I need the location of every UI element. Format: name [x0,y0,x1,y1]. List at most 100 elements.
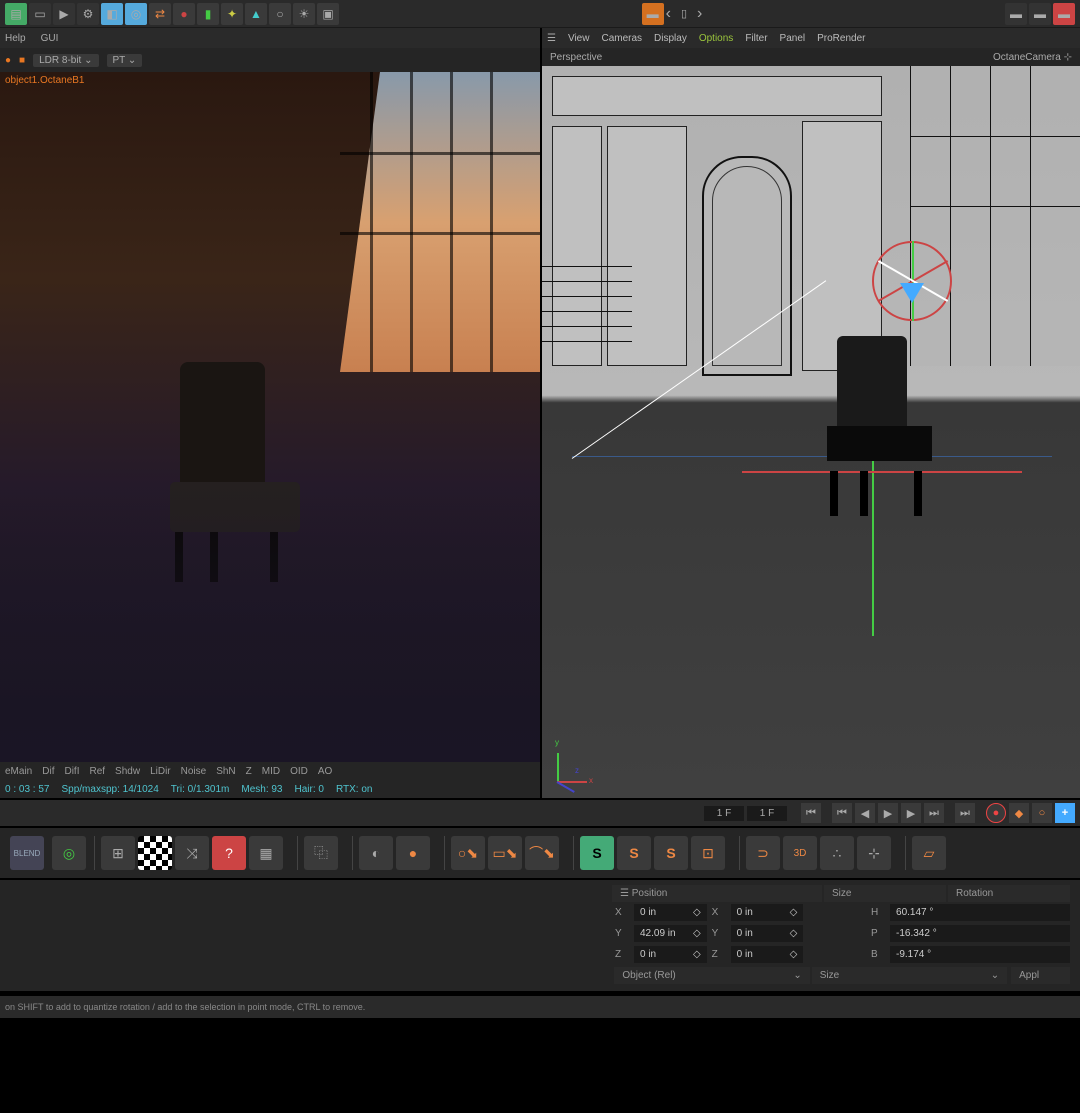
next-frame-icon[interactable]: ▶ [901,803,921,823]
goto-end-icon[interactable]: ⏭ [955,803,975,823]
select-lasso-icon[interactable]: ⌒⬊ [525,836,559,870]
camera-icon[interactable]: ▣ [317,3,339,25]
render-view[interactable]: object1.OctaneB1 [0,72,540,762]
pt-dropdown[interactable]: PT ⌄ [107,54,143,67]
size-y-field[interactable]: 0 in◇ [731,925,804,942]
object-mode-dropdown[interactable]: Object (Rel)⌄ [614,967,809,984]
record-icon[interactable]: ● [986,803,1006,823]
apply-button[interactable]: Appl [1011,967,1070,984]
checker-icon[interactable] [138,836,172,870]
menu-options[interactable]: Options [699,33,733,44]
snap-s3-icon[interactable]: S [654,836,688,870]
help-tool-icon[interactable]: ? [212,836,246,870]
snap-opt2-icon[interactable]: ⊹ [857,836,891,870]
rotation-gizmo[interactable] [872,241,952,321]
tri-icon[interactable]: ▲ [245,3,267,25]
rot-h-field[interactable]: 60.147 ° [890,904,1070,921]
doc-icon[interactable]: ▯ [681,7,687,20]
keyframe-icon[interactable]: ◆ [1009,803,1029,823]
add-key-icon[interactable]: + [1055,803,1075,823]
back-arrow-icon[interactable]: ‹ [666,5,671,23]
snap-s4-icon[interactable]: ⊡ [691,836,725,870]
autokey-icon[interactable]: ○ [1032,803,1052,823]
camera-label: OctaneCamera ⊹ [993,52,1072,63]
menu-filter[interactable]: Filter [745,33,767,44]
pos-y-field[interactable]: 42.09 in◇ [634,925,707,942]
aov-z[interactable]: Z [246,766,252,777]
ball-icon[interactable]: ● [173,3,195,25]
snap-s1-icon[interactable]: S [580,836,614,870]
prev-frame-icon[interactable]: ◀ [855,803,875,823]
stat-time: 0 : 03 : 57 [5,784,49,795]
goto-start-icon[interactable]: ⏮ [801,803,821,823]
frame-start[interactable]: 1 F [704,806,744,821]
prev-key-icon[interactable]: ⏮ [832,803,852,823]
workplane-icon[interactable]: ▱ [912,836,946,870]
frame-end[interactable]: 1 F [747,806,787,821]
aov-ref[interactable]: Ref [89,766,105,777]
header-position: ☰ Position [612,885,822,902]
select-circle-icon[interactable]: ○⬊ [451,836,485,870]
size-mode-dropdown[interactable]: Size⌄ [812,967,1007,984]
grid-tool-icon[interactable]: ▦ [249,836,283,870]
aov-shdw[interactable]: Shdw [115,766,140,777]
layout2-icon[interactable]: ▬ [1029,3,1051,25]
circle-icon[interactable]: ○ [269,3,291,25]
layers-icon[interactable]: ▤ [5,3,27,25]
layout1-icon[interactable]: ▬ [1005,3,1027,25]
aov-lidir[interactable]: LiDir [150,766,171,777]
next-key-icon[interactable]: ⏭ [924,803,944,823]
rot-b-field[interactable]: -9.174 ° [890,946,1070,963]
aov-mid[interactable]: MID [262,766,280,777]
aov-noise[interactable]: Noise [181,766,207,777]
menu-cameras[interactable]: Cameras [601,33,642,44]
gear-icon[interactable]: ⚙ [77,3,99,25]
menu-panel[interactable]: Panel [780,33,806,44]
ring-tool-icon[interactable]: ◎ [52,836,86,870]
3d-snap-icon[interactable]: 3D [783,836,817,870]
pos-x-field[interactable]: 0 in◇ [634,904,707,921]
aov-ao[interactable]: AO [318,766,332,777]
blend-tool-icon[interactable]: BLEND [10,836,44,870]
aov-main[interactable]: eMain [5,766,32,777]
top-toolbar: ▤ ▭ ▶ ⚙ ◧ ◎ ⇄ ● ▮ ✦ ▲ ○ ☀ ▣ ▬ ‹ ▯ › ▬ ▬ … [0,0,1080,28]
gui-menu[interactable]: GUI [41,33,59,44]
play-icon[interactable]: ▶ [53,3,75,25]
magnet-icon[interactable]: ⊃ [746,836,780,870]
pos-z-field[interactable]: 0 in◇ [634,946,707,963]
aov-difi[interactable]: DifI [64,766,79,777]
layout3-icon[interactable]: ▬ [1053,3,1075,25]
size-x-field[interactable]: 0 in◇ [731,904,804,921]
tool-a-icon[interactable]: ◐ [359,836,393,870]
viewport[interactable]: y x z [542,66,1080,798]
snap-s2-icon[interactable]: S [617,836,651,870]
swap-icon[interactable]: ⇄ [149,3,171,25]
size-z-field[interactable]: 0 in◇ [731,946,804,963]
hierarchy-icon[interactable]: ⊞ [101,836,135,870]
cube-icon[interactable]: ◧ [101,3,123,25]
ldr-dropdown[interactable]: LDR 8-bit ⌄ [33,54,98,67]
menu-display[interactable]: Display [654,33,687,44]
play-icon[interactable]: ▶ [878,803,898,823]
forward-arrow-icon[interactable]: › [697,5,702,23]
ring-icon[interactable]: ◎ [125,3,147,25]
star-icon[interactable]: ✦ [221,3,243,25]
select-rect-icon[interactable]: ▭⬊ [488,836,522,870]
menu-prorender[interactable]: ProRender [817,33,865,44]
tool-b-icon[interactable]: ● [396,836,430,870]
hamburger-icon[interactable]: ☰ [547,33,556,44]
shuffle-icon[interactable]: ⤨ [175,836,209,870]
snap-opt1-icon[interactable]: ∴ [820,836,854,870]
light-icon[interactable]: ☀ [293,3,315,25]
help-menu[interactable]: Help [5,33,26,44]
menu-view[interactable]: View [568,33,590,44]
aov-dif[interactable]: Dif [42,766,54,777]
folder-icon[interactable]: ▬ [642,3,664,25]
cylinder-icon[interactable]: ▮ [197,3,219,25]
workspace: Help GUI ● ■ LDR 8-bit ⌄ PT ⌄ object1.Oc… [0,28,1080,798]
aov-shn[interactable]: ShN [216,766,235,777]
rot-p-field[interactable]: -16.342 ° [890,925,1070,942]
copy-icon[interactable]: ⿻ [304,836,338,870]
aov-oid[interactable]: OID [290,766,308,777]
window-icon[interactable]: ▭ [29,3,51,25]
